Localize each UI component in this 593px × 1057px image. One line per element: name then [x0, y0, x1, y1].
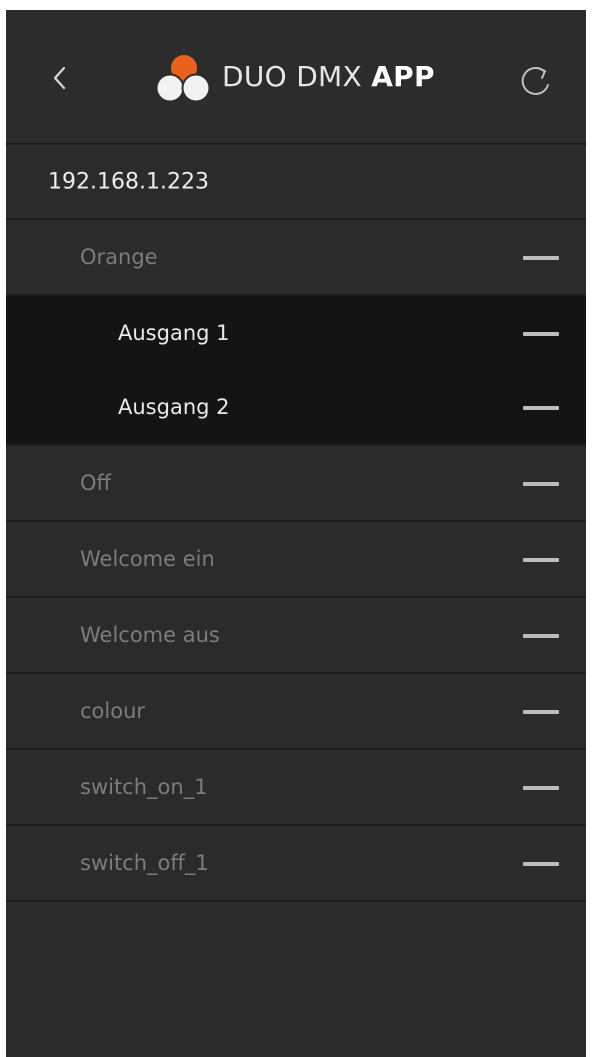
refresh-button[interactable]: [514, 58, 558, 102]
group-label: Orange: [80, 245, 158, 269]
minus-icon[interactable]: [523, 634, 559, 638]
app-screen: DUO DMX APP 192.168.1.223 Orange Ausgang…: [6, 10, 586, 1057]
group-label: Off: [80, 471, 111, 495]
output-row-2[interactable]: Ausgang 2: [6, 370, 586, 446]
app-title: DUO DMX APP: [222, 60, 435, 93]
minus-icon[interactable]: [523, 710, 559, 714]
minus-icon[interactable]: [523, 482, 559, 486]
output-label: Ausgang 2: [118, 395, 230, 419]
group-label: colour: [80, 699, 146, 723]
minus-icon[interactable]: [523, 558, 559, 562]
group-row-off[interactable]: Off: [6, 446, 586, 522]
app-title-light: DUO DMX: [222, 60, 362, 93]
group-label: Welcome aus: [80, 623, 220, 647]
minus-icon[interactable]: [523, 332, 559, 336]
output-row-1[interactable]: Ausgang 1: [6, 296, 586, 370]
collapse-minus-icon[interactable]: [523, 256, 559, 260]
group-row-switch-on-1[interactable]: switch_on_1: [6, 750, 586, 826]
app-title-bold: APP: [371, 60, 435, 93]
scene-list: 192.168.1.223 Orange Ausgang 1 Ausgang 2…: [6, 145, 586, 902]
minus-icon[interactable]: [523, 406, 559, 410]
group-row-welcome-aus[interactable]: Welcome aus: [6, 598, 586, 674]
device-ip: 192.168.1.223: [48, 169, 209, 194]
group-row-colour[interactable]: colour: [6, 674, 586, 750]
refresh-icon: [521, 66, 549, 95]
app-header: DUO DMX APP: [6, 10, 586, 145]
minus-icon[interactable]: [523, 862, 559, 866]
group-label: Welcome ein: [80, 547, 215, 571]
device-ip-row[interactable]: 192.168.1.223: [6, 145, 586, 220]
duo-dmx-logo: [155, 55, 211, 103]
group-row-switch-off-1[interactable]: switch_off_1: [6, 826, 586, 902]
chevron-left-icon: [53, 66, 66, 90]
group-row-welcome-ein[interactable]: Welcome ein: [6, 522, 586, 598]
output-label: Ausgang 1: [118, 321, 230, 345]
group-row-orange[interactable]: Orange: [6, 220, 586, 296]
minus-icon[interactable]: [523, 786, 559, 790]
group-label: switch_off_1: [80, 851, 209, 875]
group-label: switch_on_1: [80, 775, 208, 799]
back-button[interactable]: [40, 58, 80, 98]
